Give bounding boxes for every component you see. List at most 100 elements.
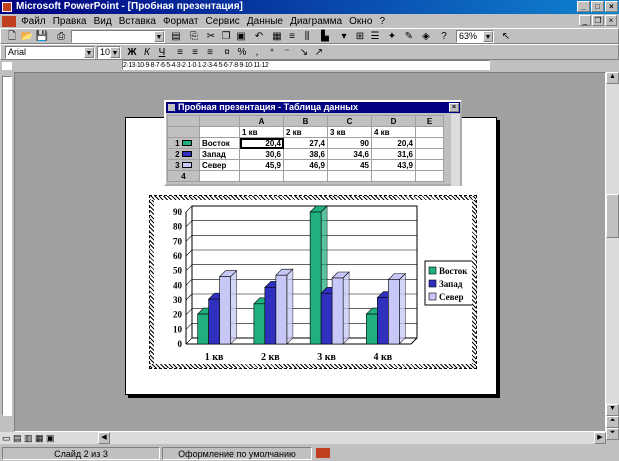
angle-up-icon[interactable]: ↗ — [312, 46, 326, 59]
doc-close-button[interactable]: × — [605, 15, 617, 26]
help-pointer-icon[interactable]: ↖ — [499, 30, 513, 43]
fill-icon[interactable]: ◈ — [419, 30, 433, 43]
active-cell[interactable]: 20,4 — [239, 137, 284, 149]
print-icon[interactable]: ⎙ — [54, 30, 68, 43]
paste-icon[interactable]: ⎘ — [187, 30, 201, 43]
corner-cell[interactable] — [167, 115, 200, 127]
menu-window[interactable]: Окно — [347, 16, 374, 27]
value-cell[interactable]: 27,4 — [283, 137, 328, 149]
object-select[interactable]: ▼ — [71, 30, 165, 43]
cell[interactable] — [239, 170, 284, 182]
series-name-cell[interactable]: Север — [199, 159, 240, 171]
app-icon[interactable] — [2, 2, 12, 12]
angle-down-icon[interactable]: ↘ — [297, 46, 311, 59]
maximize-button[interactable]: □ — [591, 1, 604, 12]
value-cell[interactable]: 38,6 — [283, 148, 328, 160]
scroll-right-button[interactable]: ▶ — [594, 432, 606, 444]
col-header-a[interactable]: A — [239, 115, 284, 127]
prev-slide-button[interactable]: ⏶ — [606, 416, 619, 428]
decrease-decimal-icon[interactable]: ⁻ — [280, 46, 294, 59]
align-left-icon[interactable]: ≡ — [173, 46, 187, 59]
series-name-cell[interactable]: Запад — [199, 148, 240, 160]
value-cell[interactable]: 34,6 — [327, 148, 372, 160]
value-cell[interactable]: 45,9 — [239, 159, 284, 171]
value-cell[interactable]: 31,6 — [371, 148, 416, 160]
close-button[interactable]: × — [605, 1, 618, 12]
value-cell[interactable]: 30,6 — [239, 148, 284, 160]
menu-chart[interactable]: Диаграмма — [288, 16, 344, 27]
bold-button[interactable]: Ж — [125, 46, 139, 59]
draw-icon[interactable]: ✎ — [402, 30, 416, 43]
chart-type-icon[interactable]: ▙ — [318, 30, 332, 43]
doc-icon[interactable] — [2, 15, 16, 27]
save-icon[interactable]: 💾 — [35, 30, 49, 43]
col-header-d[interactable]: D — [371, 115, 416, 127]
undo-icon[interactable]: ↶ — [252, 30, 266, 43]
chart-object[interactable]: 0 10 20 30 40 50 60 70 80 90 1 кв 2 кв 3 кв 4 кв Восто… — [149, 195, 477, 369]
menu-view[interactable]: Вид — [92, 16, 114, 27]
datasheet-vscroll[interactable] — [451, 114, 460, 186]
by-row-icon[interactable]: ≡ — [285, 30, 299, 43]
datasheet-icon[interactable]: ▦ — [270, 30, 284, 43]
cell[interactable] — [415, 148, 444, 160]
underline-button[interactable]: Ч — [155, 46, 169, 59]
col-header-c[interactable]: C — [327, 115, 372, 127]
new-icon[interactable]: 🗋 — [5, 30, 19, 43]
cell[interactable] — [415, 170, 444, 182]
align-center-icon[interactable]: ≡ — [188, 46, 202, 59]
category-cell[interactable]: 1 кв — [239, 126, 284, 138]
gridlines-icon[interactable]: ⊞ — [353, 30, 367, 43]
row-header[interactable]: 2 — [167, 148, 200, 160]
comma-icon[interactable]: , — [250, 46, 264, 59]
value-cell[interactable]: 43,9 — [371, 159, 416, 171]
series-name-cell[interactable]: Восток — [199, 137, 240, 149]
align-right-icon[interactable]: ≡ — [203, 46, 217, 59]
cell[interactable] — [199, 126, 240, 138]
menu-edit[interactable]: Правка — [51, 16, 89, 27]
chart-wizard-icon[interactable]: ✦ — [385, 30, 399, 43]
menu-tools[interactable]: Сервис — [204, 16, 242, 27]
scroll-up-button[interactable]: ▲ — [606, 72, 619, 84]
view-buttons[interactable]: ▭ ▤ ▥ ▦ ▣ — [2, 433, 55, 444]
by-column-icon[interactable]: ⫼ — [300, 30, 314, 43]
scroll-thumb[interactable] — [606, 194, 619, 238]
value-cell[interactable]: 20,4 — [371, 137, 416, 149]
menu-insert[interactable]: Вставка — [117, 16, 158, 27]
cell[interactable] — [415, 126, 444, 138]
datasheet-window[interactable]: Пробная презентация - Таблица данных × A… — [164, 100, 462, 186]
minimize-button[interactable]: _ — [577, 1, 590, 12]
legend-icon[interactable]: ☰ — [368, 30, 382, 43]
cell[interactable] — [283, 170, 328, 182]
paste2-icon[interactable]: ▣ — [234, 30, 248, 43]
size-select[interactable]: 10 ▼ — [97, 46, 121, 59]
category-cell[interactable]: 2 кв — [283, 126, 328, 138]
category-cell[interactable]: 3 кв — [327, 126, 372, 138]
currency-icon[interactable]: ¤ — [220, 46, 234, 59]
doc-minimize-button[interactable]: _ — [579, 15, 591, 26]
percent-icon[interactable]: % — [235, 46, 249, 59]
next-slide-button[interactable]: ⏷ — [606, 428, 619, 440]
font-select[interactable]: Arial ▼ — [5, 46, 95, 59]
scroll-left-button[interactable]: ◀ — [98, 432, 110, 444]
row-header[interactable]: 4 — [167, 170, 200, 182]
cell[interactable] — [415, 159, 444, 171]
cell[interactable] — [199, 170, 240, 182]
value-cell[interactable]: 90 — [327, 137, 372, 149]
value-cell[interactable]: 45 — [327, 159, 372, 171]
scroll-down-button[interactable]: ▼ — [606, 404, 619, 416]
help-icon[interactable]: ? — [437, 30, 451, 43]
cell[interactable] — [415, 137, 444, 149]
menu-data[interactable]: Данные — [245, 16, 285, 27]
dropdown-icon[interactable]: ▾ — [337, 30, 351, 43]
col-header-b[interactable]: B — [283, 115, 328, 127]
cell[interactable] — [371, 170, 416, 182]
open-icon[interactable]: 📂 — [20, 30, 34, 43]
cut-icon[interactable]: ✂ — [204, 30, 218, 43]
copy-icon[interactable]: ❐ — [219, 30, 233, 43]
row-header[interactable]: 3 — [167, 159, 200, 171]
category-cell[interactable]: 4 кв — [371, 126, 416, 138]
increase-decimal-icon[interactable]: ⁺ — [265, 46, 279, 59]
row-header[interactable]: 1 — [167, 137, 200, 149]
italic-button[interactable]: К — [140, 46, 154, 59]
menu-help[interactable]: ? — [377, 16, 387, 27]
